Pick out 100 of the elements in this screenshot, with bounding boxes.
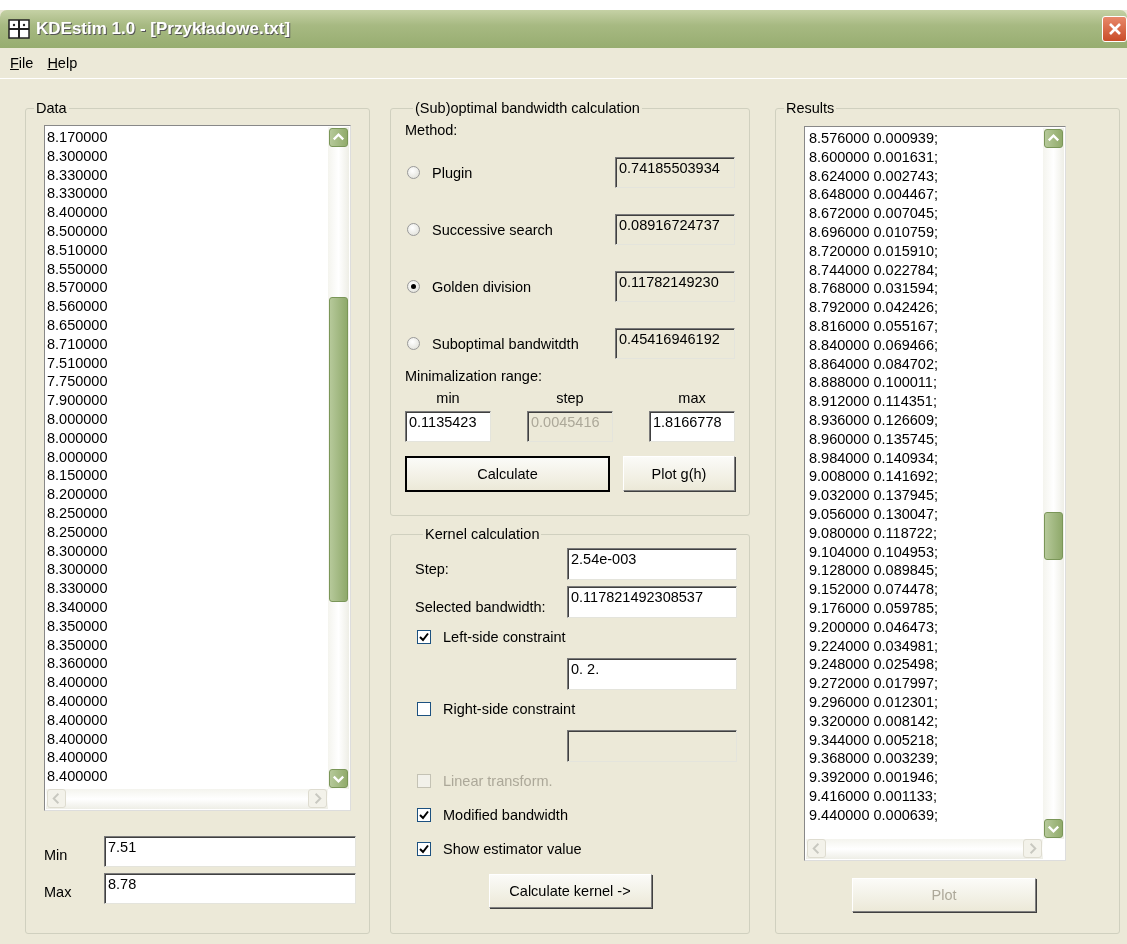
list-item[interactable]: 8.816000 0.055167; — [808, 316, 938, 336]
list-item[interactable]: 8.960000 0.135745; — [808, 429, 938, 449]
list-item[interactable]: 8.300000 — [46, 560, 108, 580]
list-item[interactable]: 8.000000 — [46, 447, 108, 467]
scroll-thumb[interactable] — [329, 297, 348, 602]
list-item[interactable]: 9.224000 0.034981; — [808, 636, 938, 656]
list-item[interactable]: 8.560000 — [46, 297, 108, 316]
list-item[interactable]: 8.570000 — [46, 278, 108, 298]
list-item[interactable]: 9.392000 0.001946; — [808, 768, 938, 787]
checkbox[interactable] — [417, 702, 431, 716]
list-item[interactable]: 8.720000 0.015910; — [808, 241, 938, 261]
list-item[interactable]: 9.128000 0.089845; — [808, 561, 938, 581]
list-item[interactable]: 8.400000 — [46, 710, 108, 730]
list-item[interactable]: 8.300000 — [46, 541, 108, 561]
checkbox[interactable] — [417, 630, 431, 644]
list-item[interactable]: 7.750000 — [46, 372, 108, 392]
input-field[interactable]: 0.1135423 — [405, 411, 491, 442]
list-item[interactable]: 8.576000 0.000939; — [808, 129, 938, 148]
list-item[interactable]: 9.440000 0.000639; — [808, 805, 938, 825]
list-item[interactable]: 9.200000 0.046473; — [808, 617, 938, 637]
list-item[interactable]: 9.032000 0.137945; — [808, 486, 938, 505]
input-field[interactable]: 0. 2. — [567, 658, 737, 690]
scrollbar[interactable] — [46, 789, 328, 809]
list-item[interactable]: 9.416000 0.001133; — [808, 786, 937, 806]
list-item[interactable]: 8.984000 0.140934; — [808, 448, 938, 468]
list-item[interactable]: 8.400000 — [46, 748, 108, 768]
scroll-right-icon[interactable] — [308, 789, 327, 808]
input-field[interactable]: 8.78 — [104, 873, 356, 904]
scrollbar[interactable] — [806, 839, 1043, 859]
input-field[interactable]: 2.54e-003 — [567, 548, 737, 580]
scroll-right-icon[interactable] — [1023, 839, 1042, 858]
input-field[interactable]: 7.51 — [104, 836, 356, 867]
list-item[interactable]: 9.344000 0.005218; — [808, 730, 938, 750]
list-item[interactable]: 8.550000 — [46, 259, 108, 279]
list-item[interactable]: 8.250000 — [46, 522, 108, 542]
list-item[interactable]: 8.400000 — [46, 673, 108, 692]
scroll-left-icon[interactable] — [47, 789, 66, 808]
list-item[interactable]: 8.360000 — [46, 654, 108, 674]
list-item[interactable]: 8.400000 — [46, 203, 108, 222]
list-item[interactable]: 8.600000 0.001631; — [808, 147, 938, 167]
radio-button[interactable] — [407, 223, 420, 236]
list-item[interactable]: 9.368000 0.003239; — [808, 749, 938, 769]
checkbox-label[interactable]: Left-side constraint — [443, 629, 566, 645]
list-item[interactable]: 8.650000 — [46, 315, 108, 335]
scroll-thumb[interactable] — [1044, 512, 1063, 560]
menu-item[interactable]: File — [10, 55, 34, 71]
checkbox-label[interactable]: Modified bandwidth — [443, 807, 568, 823]
scroll-left-icon[interactable] — [807, 839, 826, 858]
checkbox[interactable] — [417, 842, 431, 856]
scrollbar[interactable] — [1043, 128, 1064, 839]
scroll-up-icon[interactable] — [329, 128, 348, 147]
close-icon[interactable] — [1102, 16, 1127, 42]
list-item[interactable]: 8.510000 — [46, 240, 108, 260]
radio-button[interactable] — [407, 166, 420, 179]
list-item[interactable]: 8.888000 0.100011; — [808, 373, 937, 393]
list-item[interactable]: 8.170000 — [46, 128, 108, 147]
list-item[interactable]: 8.768000 0.031594; — [808, 279, 938, 299]
list-item[interactable]: 8.330000 — [46, 165, 108, 185]
list-item[interactable]: 8.400000 — [46, 691, 108, 711]
radio-label[interactable]: Successive search — [432, 221, 553, 238]
radio-label[interactable]: Suboptimal bandwitdth — [432, 335, 579, 352]
scroll-down-icon[interactable] — [1044, 819, 1063, 838]
checkbox-label[interactable]: Right-side constraint — [443, 701, 576, 717]
scroll-down-icon[interactable] — [329, 769, 348, 788]
list-item[interactable]: 9.296000 0.012301; — [808, 692, 938, 712]
list-item[interactable]: 9.320000 0.008142; — [808, 711, 938, 731]
list-item[interactable]: 9.152000 0.074478; — [808, 580, 938, 599]
list-item[interactable]: 9.008000 0.141692; — [808, 467, 938, 487]
list-item[interactable]: 9.080000 0.118722; — [808, 523, 937, 543]
list-item[interactable]: 9.104000 0.104953; — [808, 542, 938, 562]
list-item[interactable]: 8.840000 0.069466; — [808, 335, 938, 355]
radio-label[interactable]: Plugin — [432, 164, 473, 181]
list-item[interactable]: 8.936000 0.126609; — [808, 410, 938, 430]
list-item[interactable]: 8.648000 0.004467; — [808, 185, 938, 205]
list-item[interactable]: 9.272000 0.017997; — [808, 674, 938, 693]
list-item[interactable]: 8.250000 — [46, 503, 108, 523]
checkbox[interactable] — [417, 808, 431, 822]
radio-button[interactable] — [407, 337, 420, 350]
list-item[interactable]: 8.792000 0.042426; — [808, 298, 938, 317]
list-item[interactable]: 8.350000 — [46, 635, 108, 655]
list-item[interactable]: 7.900000 — [46, 391, 108, 410]
list-item[interactable]: 8.330000 — [46, 579, 108, 598]
list-item[interactable]: 8.744000 0.022784; — [808, 260, 938, 280]
list-item[interactable]: 8.150000 — [46, 466, 108, 486]
menu-item[interactable]: Help — [47, 55, 78, 71]
list-item[interactable]: 9.056000 0.130047; — [808, 504, 938, 524]
list-item[interactable]: 8.340000 — [46, 597, 108, 617]
plot-button[interactable]: Plot g(h) — [623, 456, 735, 491]
list-item[interactable]: 8.330000 — [46, 184, 108, 204]
list-item[interactable]: 8.624000 0.002743; — [808, 166, 938, 186]
list-item[interactable]: 8.672000 0.007045; — [808, 204, 938, 223]
input-field[interactable]: 1.8166778 — [649, 411, 735, 442]
list-item[interactable]: 7.510000 — [46, 353, 108, 373]
list-item[interactable]: 8.200000 — [46, 485, 108, 504]
input-field[interactable]: 0.117821492308537 — [567, 586, 737, 618]
list-item[interactable]: 8.300000 — [46, 146, 108, 166]
radio-button[interactable] — [407, 280, 420, 293]
list-item[interactable]: 8.864000 0.084702; — [808, 354, 938, 374]
list-item[interactable]: 8.912000 0.114351; — [808, 392, 937, 411]
list-item[interactable]: 8.710000 — [46, 334, 108, 354]
